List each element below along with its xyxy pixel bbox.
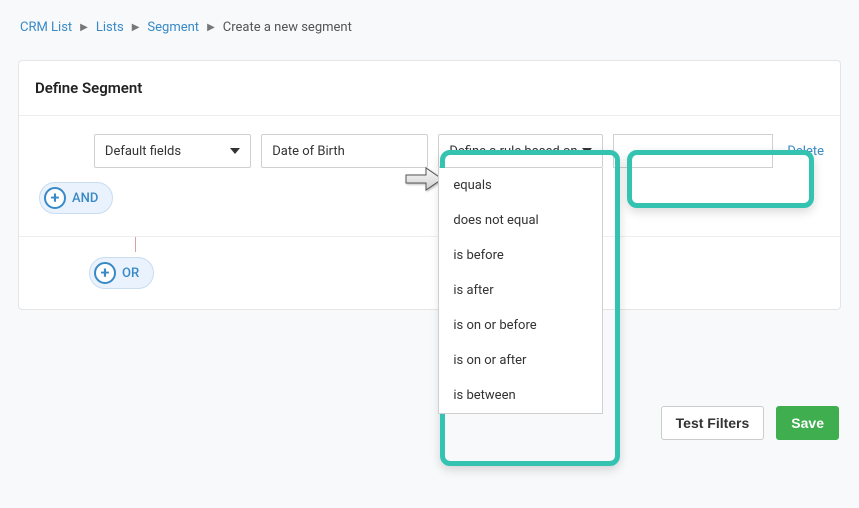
chevron-right-icon: ▶ [80, 22, 88, 33]
field-value: Date of Birth [272, 144, 345, 159]
add-or-button[interactable]: + OR [89, 257, 154, 289]
breadcrumb-segment[interactable]: Segment [147, 20, 199, 35]
caret-down-icon [582, 148, 592, 154]
rule-option-is-on-or-before[interactable]: is on or before [439, 308, 602, 343]
rule-option-is-after[interactable]: is after [439, 273, 602, 308]
or-section: + OR [19, 237, 840, 309]
panel-title: Define Segment [19, 61, 840, 115]
plus-icon: + [94, 262, 116, 284]
breadcrumb-lists[interactable]: Lists [96, 20, 124, 35]
rule-option-is-on-or-after[interactable]: is on or after [439, 343, 602, 378]
chevron-right-icon: ▶ [132, 22, 140, 33]
field-type-value: Default fields [105, 144, 181, 159]
rule-option-is-between[interactable]: is between [439, 378, 602, 413]
test-filters-button[interactable]: Test Filters [661, 406, 765, 440]
rule-placeholder: Define a rule based on [449, 144, 577, 159]
rule-option-is-before[interactable]: is before [439, 238, 602, 273]
plus-icon: + [44, 187, 66, 209]
save-button[interactable]: Save [776, 406, 839, 440]
chevron-right-icon: ▶ [207, 22, 215, 33]
caret-down-icon [230, 148, 240, 154]
or-connector-line [135, 237, 136, 252]
breadcrumb-crm-list[interactable]: CRM List [20, 20, 72, 35]
field-dropdown[interactable]: Date of Birth [261, 134, 428, 168]
rule-value-input[interactable] [613, 134, 773, 168]
field-type-dropdown[interactable]: Default fields [94, 134, 251, 168]
breadcrumb: CRM List ▶ Lists ▶ Segment ▶ Create a ne… [0, 0, 859, 35]
add-and-button[interactable]: + AND [39, 182, 113, 214]
footer-actions: Test Filters Save [661, 406, 839, 440]
rule-option-does-not-equal[interactable]: does not equal [439, 203, 602, 238]
value-input-wrap [613, 134, 773, 168]
breadcrumb-current: Create a new segment [223, 20, 352, 35]
and-label: AND [72, 191, 98, 206]
rule-dropdown[interactable]: Define a rule based on [438, 134, 603, 168]
rule-dropdown-menu: equals does not equal is before is after… [438, 168, 603, 414]
delete-rule-link[interactable]: Delete [787, 144, 824, 159]
rule-row: Default fields Date of Birth Define a ru… [29, 134, 824, 168]
rule-dropdown-wrapper: Define a rule based on equals does not e… [438, 134, 603, 168]
rule-option-equals[interactable]: equals [439, 168, 602, 203]
or-label: OR [122, 266, 139, 281]
